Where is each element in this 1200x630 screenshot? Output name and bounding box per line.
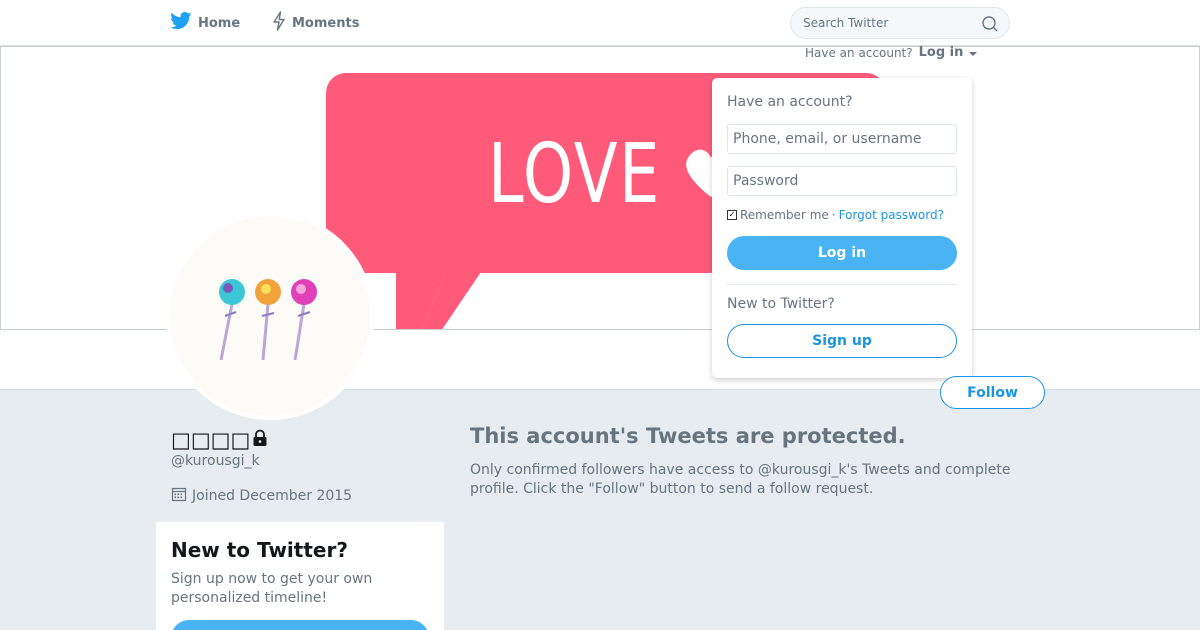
signup-card-button[interactable] bbox=[171, 620, 429, 630]
header-login-area: Have an account? Log in bbox=[805, 45, 978, 60]
joined-date-text: Joined December 2015 bbox=[192, 488, 353, 504]
password-field[interactable] bbox=[727, 166, 957, 196]
joined-date-row: Joined December 2015 bbox=[171, 486, 352, 506]
login-dropdown-title: Have an account? bbox=[727, 94, 853, 110]
signup-card: New to Twitter? Sign up now to get your … bbox=[156, 522, 444, 630]
signup-button[interactable]: Sign up bbox=[727, 324, 957, 358]
login-dropdown: Have an account? ✓ Remember me · Forgot … bbox=[712, 78, 972, 378]
login-button[interactable]: Log in bbox=[727, 236, 957, 270]
username-field[interactable] bbox=[727, 124, 957, 154]
signup-card-body: Sign up now to get your own personalized… bbox=[171, 571, 373, 606]
protected-body: Only confirmed followers have access to … bbox=[470, 462, 1011, 497]
profile-handle[interactable]: @kurousgi_k bbox=[171, 453, 260, 469]
header-login-link[interactable]: Log in bbox=[919, 45, 964, 60]
calendar-icon bbox=[171, 486, 187, 506]
search-box bbox=[790, 7, 1010, 39]
follow-button[interactable]: Follow bbox=[940, 376, 1045, 409]
header-login-prompt: Have an account? bbox=[805, 45, 913, 60]
protected-title: This account's Tweets are protected. bbox=[470, 424, 906, 448]
nav-moments-label: Moments bbox=[292, 15, 360, 31]
twitter-bird-icon bbox=[170, 12, 192, 34]
lollipop-avatar-image bbox=[219, 279, 317, 361]
nav-home-label: Home bbox=[198, 15, 241, 31]
remember-me-checkbox[interactable]: ✓ bbox=[727, 210, 737, 220]
avatar[interactable] bbox=[166, 212, 374, 420]
dropdown-divider bbox=[727, 284, 957, 285]
search-input[interactable] bbox=[791, 8, 981, 38]
remember-me-label: Remember me bbox=[740, 208, 829, 222]
separator-dot: · bbox=[831, 208, 836, 222]
remember-row: ✓ Remember me · Forgot password? bbox=[727, 208, 944, 222]
top-nav-bar: Home Moments bbox=[0, 0, 1200, 46]
forgot-password-link[interactable]: Forgot password? bbox=[839, 208, 944, 222]
lightning-icon bbox=[272, 11, 286, 35]
nav-moments[interactable]: Moments bbox=[272, 0, 359, 46]
search-icon[interactable] bbox=[981, 15, 999, 33]
profile-name-row: □□□□ bbox=[171, 428, 268, 452]
new-to-twitter-prompt: New to Twitter? bbox=[727, 296, 835, 312]
nav-home[interactable]: Home bbox=[170, 0, 240, 46]
signup-card-title: New to Twitter? bbox=[171, 538, 348, 562]
protected-lock-icon bbox=[252, 428, 268, 452]
profile-name: □□□□ bbox=[171, 428, 251, 452]
caret-down-icon[interactable] bbox=[969, 46, 978, 60]
banner-love-text: LOVE bbox=[488, 127, 661, 222]
